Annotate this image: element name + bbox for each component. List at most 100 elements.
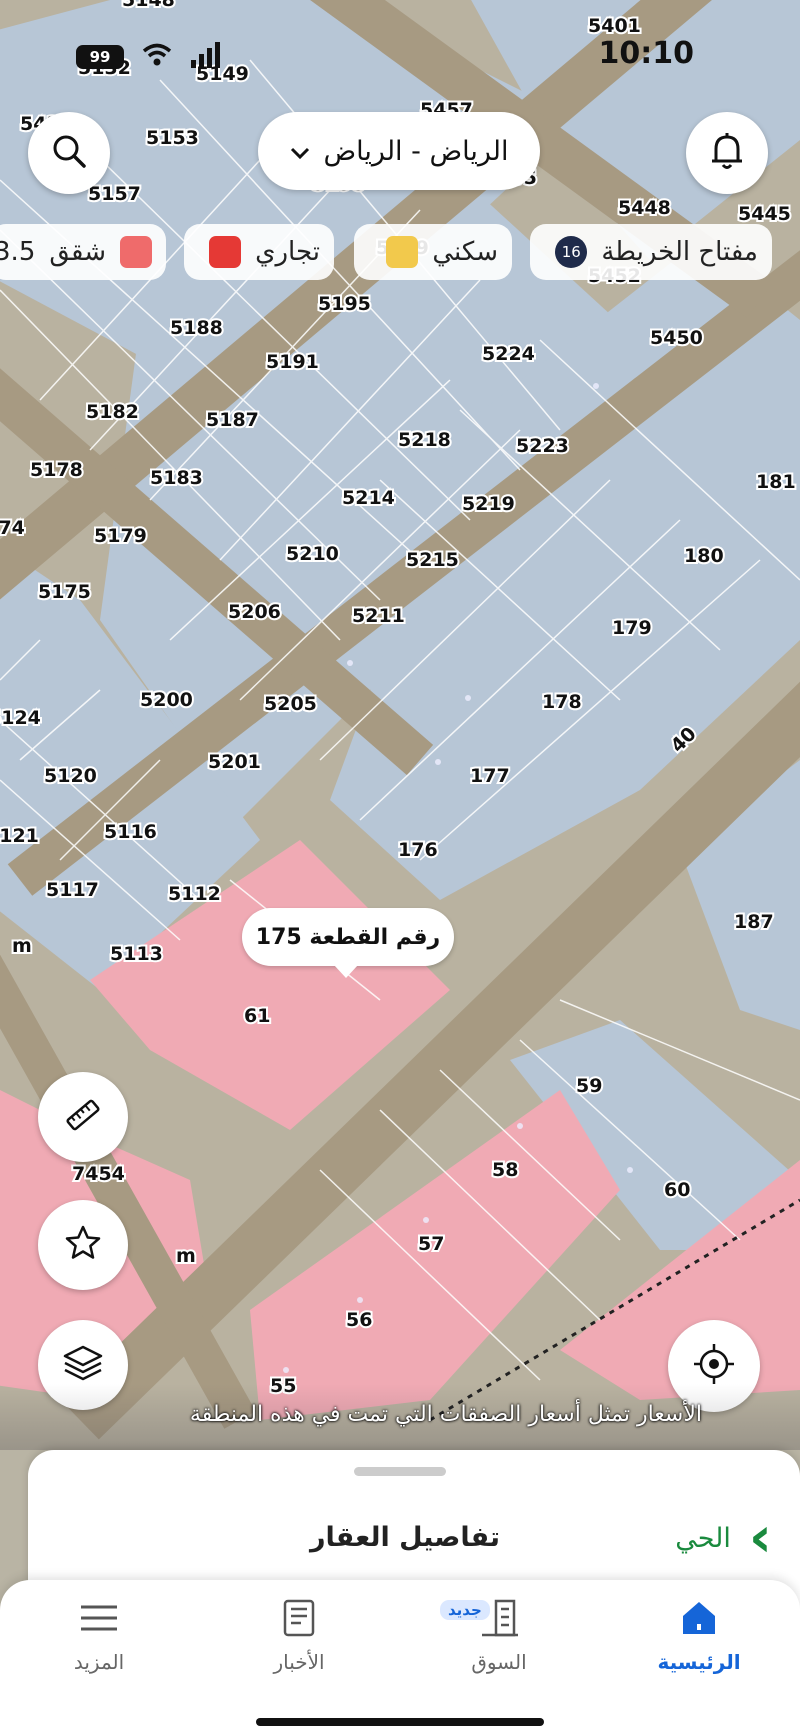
- status-time: 10:10: [598, 36, 695, 71]
- plot-number: 5205: [264, 693, 317, 715]
- nav-news-label: الأخبار: [273, 1650, 325, 1674]
- legend-residential-chip[interactable]: سكني: [354, 224, 512, 280]
- plot-number: 5116: [104, 821, 157, 843]
- plot-number: 5157: [88, 183, 141, 205]
- plot-number: 178: [542, 691, 582, 713]
- signal-icon: [190, 42, 220, 72]
- layers-icon: [61, 1343, 105, 1387]
- search-button[interactable]: [28, 112, 110, 194]
- plot-number: 5175: [38, 581, 91, 603]
- battery-icon: 99: [76, 45, 124, 69]
- plot-number: 5148: [122, 0, 175, 11]
- ruler-icon: [63, 1095, 103, 1139]
- plot-number: 5224: [482, 343, 535, 365]
- neighborhood-label: الحي: [675, 1522, 731, 1554]
- nav-news[interactable]: الأخبار: [234, 1590, 364, 1674]
- plot-number: 5191: [266, 351, 319, 373]
- nav-home-label: الرئيسية: [657, 1650, 741, 1674]
- commercial-color-swatch: [209, 236, 242, 268]
- plot-number-tooltip[interactable]: رقم القطعة 175: [242, 908, 454, 978]
- plot-number: 187: [734, 911, 774, 933]
- plot-number: 5200: [140, 689, 193, 711]
- plot-number: 59: [576, 1075, 602, 1097]
- plot-number: 57: [418, 1233, 444, 1255]
- plot-number: 5117: [46, 879, 99, 901]
- chevron-right-icon: ›: [748, 1505, 772, 1570]
- city-selector-label: الرياض - الرياض: [323, 135, 509, 167]
- search-icon: [50, 132, 88, 174]
- plot-number: 5120: [44, 765, 97, 787]
- city-selector[interactable]: الرياض - الرياض: [258, 112, 540, 190]
- plot-number: 5182: [86, 401, 139, 423]
- favorites-button[interactable]: [38, 1200, 128, 1290]
- wifi-icon: [142, 43, 172, 71]
- plot-number: 5219: [462, 493, 515, 515]
- plot-number: 5121: [0, 825, 39, 847]
- new-badge: جديد: [440, 1600, 490, 1620]
- plot-number: 5188: [170, 317, 223, 339]
- price-disclaimer-text: الأسعار تمثل أسعار الصفقات التي تمت في ه…: [189, 1402, 702, 1427]
- plot-number: 5201: [208, 751, 261, 773]
- plot-number: 5206: [228, 601, 281, 623]
- plot-number: 5124: [0, 707, 41, 729]
- residential-color-swatch: [386, 236, 419, 268]
- star-icon: [63, 1223, 103, 1267]
- plot-number: 58: [492, 1159, 518, 1181]
- plot-number: 5448: [618, 197, 671, 219]
- notifications-button[interactable]: [686, 112, 768, 194]
- plot-number: 5178: [30, 459, 83, 481]
- plot-number: 5113: [110, 943, 163, 965]
- plot-number: 5187: [206, 409, 259, 431]
- legend-commercial-label: تجاري: [255, 237, 320, 267]
- plot-number: 5215: [406, 549, 459, 571]
- plot-number: 176: [398, 839, 438, 861]
- plot-number: 5179: [94, 525, 147, 547]
- plot-number: 177: [470, 765, 510, 787]
- plot-number: 56: [346, 1309, 372, 1331]
- plot-number: 61: [244, 1005, 270, 1027]
- nav-market[interactable]: جديد السوق: [434, 1590, 564, 1674]
- plot-number: 5450: [650, 327, 703, 349]
- plot-number: 5174: [0, 517, 25, 539]
- measure-tool-button[interactable]: [38, 1072, 128, 1162]
- newspaper-icon: [279, 1597, 319, 1644]
- neighborhood-row[interactable]: › الحي: [675, 1510, 772, 1566]
- home-icon: [679, 1598, 719, 1643]
- menu-icon: [79, 1603, 119, 1638]
- legend-apartments-chip[interactable]: شقق 3.5: [0, 224, 166, 280]
- legend-apartments-price: 3.5: [0, 237, 36, 267]
- plot-number: 5210: [286, 543, 339, 565]
- legend-apartments-label: شقق: [49, 237, 106, 267]
- nav-more-label: المزيد: [73, 1650, 125, 1674]
- home-indicator: [256, 1718, 544, 1726]
- plot-number: 180: [684, 545, 724, 567]
- map-key-label: مفتاح الخريطة: [601, 237, 758, 267]
- nav-home[interactable]: الرئيسية: [634, 1590, 764, 1674]
- plot-number: 5195: [318, 293, 371, 315]
- bell-icon: [708, 131, 746, 175]
- plot-number: 5445: [738, 203, 791, 225]
- price-disclaimer: الأسعار تمثل أسعار الصفقات التي تمت في ه…: [0, 1384, 800, 1450]
- plot-number: 5211: [352, 605, 405, 627]
- sheet-drag-handle[interactable]: [354, 1467, 446, 1476]
- map-key-chip[interactable]: مفتاح الخريطة 16: [530, 224, 772, 280]
- sheet-title: تفاصيل العقار: [310, 1522, 501, 1553]
- plot-number: 5401: [588, 15, 641, 37]
- plot-number: 5183: [150, 467, 203, 489]
- plot-number: 5153: [146, 127, 199, 149]
- plot-number: 60: [664, 1179, 690, 1201]
- street-width-label: m: [176, 1245, 196, 1267]
- nav-more[interactable]: المزيد: [34, 1590, 164, 1674]
- plot-number: 181: [756, 471, 796, 493]
- legend-commercial-chip[interactable]: تجاري: [184, 224, 334, 280]
- legend-residential-label: سكني: [432, 237, 498, 267]
- map-key-count-badge: 16: [555, 236, 588, 268]
- plot-number: 5112: [168, 883, 221, 905]
- plot-number: 7454: [72, 1163, 125, 1185]
- street-width-label: m: [12, 935, 32, 957]
- apartments-color-swatch: [120, 236, 152, 268]
- nav-market-label: السوق: [471, 1650, 527, 1674]
- plot-number: 5218: [398, 429, 451, 451]
- plot-number: 179: [612, 617, 652, 639]
- plot-number: 5214: [342, 487, 395, 509]
